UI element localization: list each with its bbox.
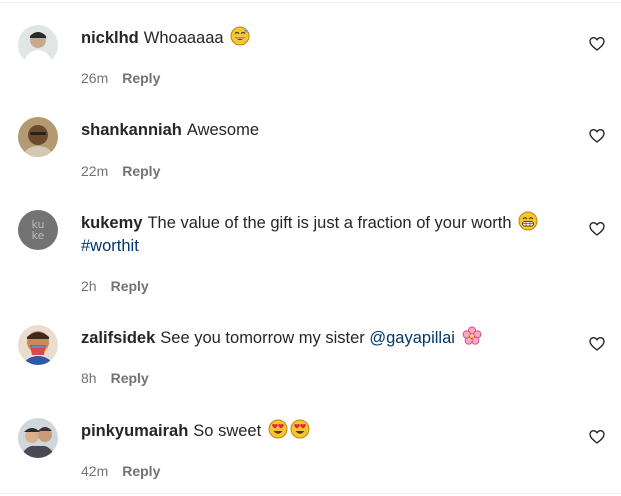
comment-meta: 42m Reply [81,463,160,479]
comment-time[interactable]: 2h [81,278,97,294]
comment-text: kukemy The value of the gift is just a fr… [81,211,561,258]
comment-username[interactable]: zalifsidek [81,329,155,347]
reply-button[interactable]: Reply [122,70,160,86]
comment-username[interactable]: nicklhd [81,29,139,47]
avatar[interactable] [18,117,58,157]
heart-eyes-emoji [268,419,288,439]
avatar[interactable] [18,25,58,65]
comment-text: nicklhd Whoaaaaa [81,26,561,50]
comment-time[interactable]: 22m [81,163,108,179]
comment-meta: 22m Reply [81,163,160,179]
comment-message: See you tomorrow my sister [160,329,365,347]
like-heart-icon[interactable] [589,221,605,237]
cherry-blossom-emoji [462,326,482,346]
reply-button[interactable]: Reply [122,163,160,179]
avatar-logo-text: ku ke [31,218,45,242]
comment-meta: 2h Reply [81,278,149,294]
like-heart-icon[interactable] [589,429,605,445]
comment-username[interactable]: shankanniah [81,121,182,139]
grin-sweat-emoji [230,26,250,46]
avatar[interactable] [18,325,58,365]
comment-message: So sweet [193,422,262,440]
comment-meta: 8h Reply [81,370,149,386]
avatar[interactable] [18,418,58,458]
comment-message: Awesome [186,121,260,139]
comment-time[interactable]: 8h [81,370,97,386]
like-heart-icon[interactable] [589,128,605,144]
comment-text: shankanniah Awesome [81,119,561,142]
reply-button[interactable]: Reply [111,278,149,294]
comment-username[interactable]: pinkyumairah [81,422,188,440]
top-divider [0,2,621,3]
comment-text: pinkyumairah So sweet [81,419,561,443]
comment-message: The value of the gift is just a fraction… [147,214,512,232]
avatar[interactable]: ku ke [18,210,58,250]
comment-time[interactable]: 26m [81,70,108,86]
heart-eyes-emoji [290,419,310,439]
hashtag-link[interactable]: #worthit [81,237,139,255]
comment-time[interactable]: 42m [81,463,108,479]
comment-text: zalifsidek See you tomorrow my sister @ga… [81,326,561,350]
comment-username[interactable]: kukemy [81,214,142,232]
grinning-teeth-emoji [518,211,538,231]
like-heart-icon[interactable] [589,36,605,52]
like-heart-icon[interactable] [589,336,605,352]
bottom-divider [0,493,621,494]
comment-message: Whoaaaaa [143,29,224,47]
reply-button[interactable]: Reply [111,370,149,386]
reply-button[interactable]: Reply [122,463,160,479]
comment-meta: 26m Reply [81,70,160,86]
mention-link[interactable]: @gayapillai [369,329,455,347]
